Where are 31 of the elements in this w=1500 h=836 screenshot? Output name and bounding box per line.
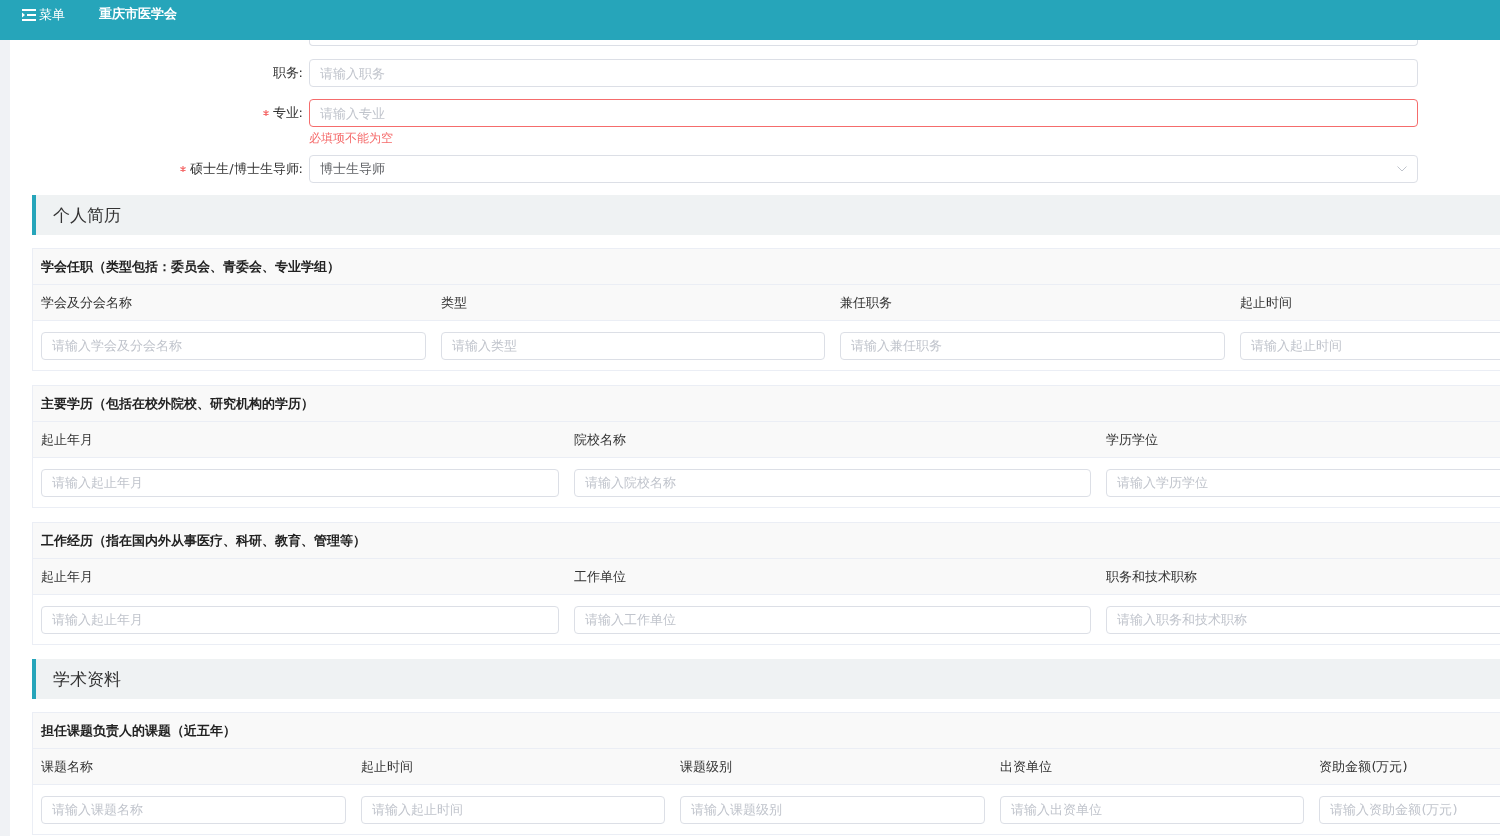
field-label: 硕士生/博士生导师: [190,160,303,178]
table-title: 主要学历（包括在校外院校、研究机构的学历） [33,386,1500,422]
column-header: 课题级别 [679,757,734,776]
column-header: 工作单位 [572,567,627,586]
column-header: 学会及分会名称 [40,293,133,312]
table-title: 担任课题负责人的课题（近五年） [33,713,1500,749]
column-header: 出资单位 [998,757,1053,776]
column-header: 起止年月 [40,430,94,449]
column-header: 兼任职务 [839,293,893,312]
column-header: 课题名称 [40,757,94,776]
column-header: 资助金额(万元) [1318,757,1409,776]
field-label: 专业: [272,104,303,122]
table-title: 工作经历（指在国内外从事医疗、科研、教育、管理等） [33,523,1500,559]
error-message: 必填项不能为空 [309,131,393,145]
column-header: 起止时间 [1238,293,1293,312]
section-title: 学术资料 [32,659,1500,699]
section-title: 个人简历 [32,195,1500,235]
column-header: 起止时间 [359,757,414,776]
column-header: 职务和技术职称 [1105,567,1199,586]
text-field[interactable]: 请输入专业 [309,99,1418,127]
column-header: 起止年月 [40,567,94,586]
column-header: 院校名称 [572,430,627,449]
select-field[interactable]: 博士生导师 [309,155,1418,183]
site-title: 重庆市医学会 [99,6,177,22]
column-header: 学历学位 [1105,430,1160,449]
chevron-down-icon [1397,166,1407,172]
input-field[interactable] [309,40,1418,46]
column-header: 类型 [439,293,468,312]
field-label: 职务: [272,64,303,82]
menu-icon [22,9,36,21]
table-title: 学会任职（类型包括：委员会、青委会、专业学组） [33,249,1500,285]
